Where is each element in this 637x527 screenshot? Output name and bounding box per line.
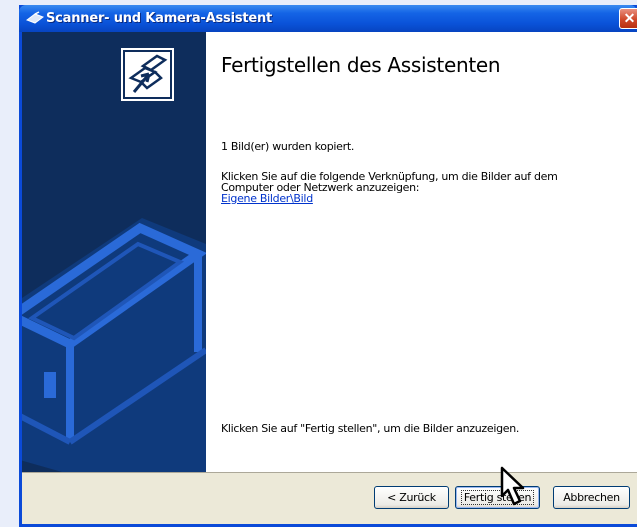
cancel-button[interactable]: Abbrechen [553,486,630,509]
window-title: Scanner- und Kamera-Assistent [46,11,273,26]
image-transfer-icon [121,48,174,101]
scanner-illustration [22,218,206,472]
title-bar[interactable]: Scanner- und Kamera-Assistent ✕ [19,5,637,32]
finish-hint-text: Klicken Sie auf "Fertig stellen", um die… [221,422,520,435]
page-title: Fertigstellen des Assistenten [221,53,501,77]
wizard-body: Fertigstellen des Assistenten 1 Bild(er)… [22,32,637,524]
close-icon: ✕ [623,10,636,26]
mouse-pointer-icon [500,466,525,506]
copied-status-text: 1 Bild(er) wurden kopiert. [221,140,355,153]
scanner-camera-icon [26,11,44,24]
wizard-window: Scanner- und Kamera-Assistent ✕ Fertigst… [19,5,637,527]
button-bar: < Zurück Fertig stellen Abbrechen [22,472,637,524]
back-button[interactable]: < Zurück [374,486,449,509]
pictures-folder-link[interactable]: Eigene Bilder\Bild [221,193,313,204]
wizard-logo [121,48,174,101]
close-button[interactable]: ✕ [619,8,637,29]
wizard-side-panel [22,32,206,472]
